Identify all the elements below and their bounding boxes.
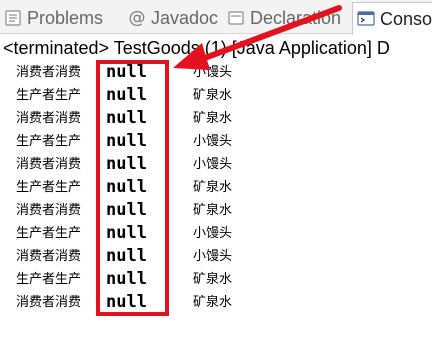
log-value: null <box>106 85 147 105</box>
console-line: 生产者生产 null 小馒头 <box>0 130 432 153</box>
console-line: 生产者生产 null 矿泉水 <box>0 176 432 199</box>
log-item: 小馒头 <box>193 249 233 264</box>
log-value: null <box>106 292 147 312</box>
console-line: 生产者生产 null 小馒头 <box>0 222 432 245</box>
javadoc-icon: @ <box>128 7 146 28</box>
problems-icon <box>4 9 22 27</box>
console-icon <box>357 10 375 28</box>
tab-declaration[interactable]: Declaration <box>227 4 341 32</box>
tab-javadoc[interactable]: @ Javadoc <box>128 4 219 32</box>
log-value: null <box>106 177 147 197</box>
log-value: null <box>106 62 147 82</box>
console-line: 消费者消费 null 矿泉水 <box>0 199 432 222</box>
log-value: null <box>106 200 147 220</box>
log-item: 矿泉水 <box>193 88 233 103</box>
log-role: 消费者消费 <box>16 157 82 172</box>
log-value: null <box>106 108 147 128</box>
log-role: 生产者生产 <box>16 272 82 287</box>
tab-problems[interactable]: Problems <box>4 4 103 32</box>
tab-console-label: Consol <box>380 8 432 29</box>
tab-declaration-label: Declaration <box>250 7 342 28</box>
log-role: 生产者生产 <box>16 180 82 195</box>
log-value: null <box>106 223 147 243</box>
log-role: 消费者消费 <box>16 111 82 126</box>
log-role: 生产者生产 <box>16 226 82 241</box>
tab-console[interactable]: Consol <box>352 2 432 35</box>
console-line: 生产者生产 null 矿泉水 <box>0 268 432 291</box>
console-line: 生产者生产 null 矿泉水 <box>0 84 432 107</box>
tab-javadoc-label: Javadoc <box>151 7 219 28</box>
console-header: <terminated> TestGoods (1) [Java Applica… <box>3 38 390 58</box>
log-value: null <box>106 154 147 174</box>
log-value: null <box>106 131 147 151</box>
log-role: 消费者消费 <box>16 295 82 310</box>
tab-problems-label: Problems <box>27 7 104 28</box>
console-line: 消费者消费 null 小馒头 <box>0 61 432 84</box>
log-item: 小馒头 <box>193 134 233 149</box>
log-role: 生产者生产 <box>16 88 82 103</box>
log-item: 小馒头 <box>193 65 233 80</box>
log-role: 消费者消费 <box>16 65 82 80</box>
log-role: 生产者生产 <box>16 134 82 149</box>
console-line: 消费者消费 null 矿泉水 <box>0 107 432 130</box>
log-role: 消费者消费 <box>16 249 82 264</box>
log-item: 矿泉水 <box>193 180 233 195</box>
console-line: 消费者消费 null 小馒头 <box>0 245 432 268</box>
console-line: 消费者消费 null 矿泉水 <box>0 291 432 314</box>
declaration-icon <box>227 9 245 27</box>
log-value: null <box>106 246 147 266</box>
log-item: 矿泉水 <box>193 295 233 310</box>
log-item: 小馒头 <box>193 226 233 241</box>
view-tab-bar: Problems @ Javadoc Declaration Consol <box>0 0 432 35</box>
log-item: 矿泉水 <box>193 203 233 218</box>
log-value: null <box>106 269 147 289</box>
console-line: 消费者消费 null 小馒头 <box>0 153 432 176</box>
log-item: 矿泉水 <box>193 272 233 287</box>
log-item: 矿泉水 <box>193 111 233 126</box>
log-role: 消费者消费 <box>16 203 82 218</box>
log-item: 小馒头 <box>193 157 233 172</box>
